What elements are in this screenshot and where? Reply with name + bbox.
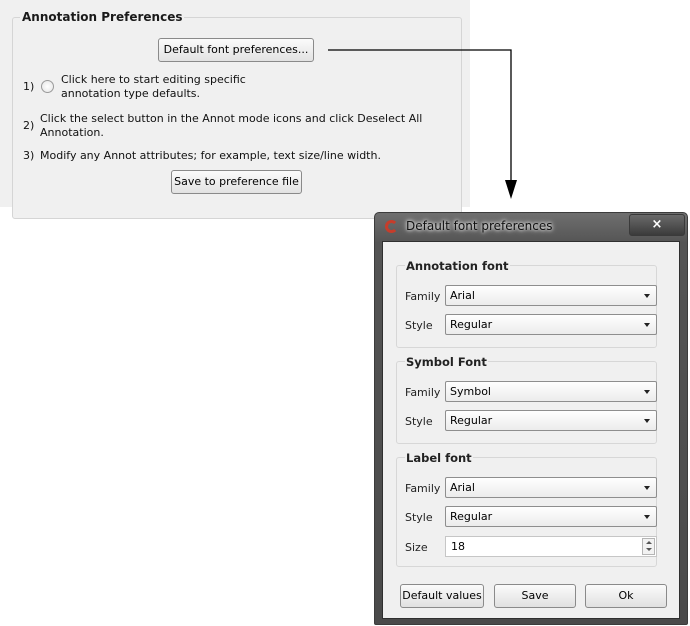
- annotation-font-group: [396, 265, 657, 348]
- label-size-spinbox[interactable]: 18: [445, 536, 657, 557]
- annotation-style-select[interactable]: Regular: [445, 314, 657, 335]
- dialog-body: Annotation font Family Arial Style Regul…: [382, 241, 680, 619]
- annotation-family-select[interactable]: Arial: [445, 285, 657, 306]
- chevron-down-icon: [644, 390, 650, 394]
- spin-down-icon[interactable]: [646, 548, 652, 551]
- label-size-label: Size: [405, 541, 428, 554]
- symbol-family-value: Symbol: [450, 385, 491, 398]
- chevron-down-icon: [644, 323, 650, 327]
- chevron-down-icon: [644, 294, 650, 298]
- annotation-family-label: Family: [405, 290, 441, 303]
- spin-arrows[interactable]: [642, 538, 655, 555]
- label-family-select[interactable]: Arial: [445, 477, 657, 498]
- chevron-down-icon: [644, 515, 650, 519]
- label-font-title: Label font: [405, 451, 473, 465]
- symbol-style-value: Regular: [450, 414, 493, 427]
- dialog-title: Default font preferences: [406, 219, 553, 233]
- chevron-down-icon: [644, 419, 650, 423]
- annotation-family-value: Arial: [450, 289, 475, 302]
- label-style-label: Style: [405, 511, 433, 524]
- symbol-font-group: [396, 361, 657, 444]
- annotation-style-label: Style: [405, 319, 433, 332]
- label-style-select[interactable]: Regular: [445, 506, 657, 527]
- symbol-family-select[interactable]: Symbol: [445, 381, 657, 402]
- chevron-down-icon: [644, 486, 650, 490]
- annotation-font-title: Annotation font: [405, 259, 510, 273]
- close-button[interactable]: ×: [629, 214, 685, 236]
- app-logo-icon: [385, 220, 398, 233]
- save-button[interactable]: Save: [494, 584, 576, 608]
- close-icon: ×: [651, 217, 663, 232]
- spin-up-icon[interactable]: [646, 541, 652, 544]
- annotation-style-value: Regular: [450, 318, 493, 331]
- label-family-value: Arial: [450, 481, 475, 494]
- symbol-style-select[interactable]: Regular: [445, 410, 657, 431]
- default-values-button[interactable]: Default values: [400, 584, 484, 608]
- symbol-family-label: Family: [405, 386, 441, 399]
- label-size-value: 18: [451, 540, 465, 553]
- ok-button[interactable]: Ok: [585, 584, 667, 608]
- symbol-style-label: Style: [405, 415, 433, 428]
- default-font-preferences-dialog: Default font preferences × Annotation fo…: [374, 212, 688, 625]
- label-style-value: Regular: [450, 510, 493, 523]
- label-family-label: Family: [405, 482, 441, 495]
- dialog-titlebar[interactable]: Default font preferences ×: [375, 213, 687, 241]
- symbol-font-title: Symbol Font: [405, 355, 488, 369]
